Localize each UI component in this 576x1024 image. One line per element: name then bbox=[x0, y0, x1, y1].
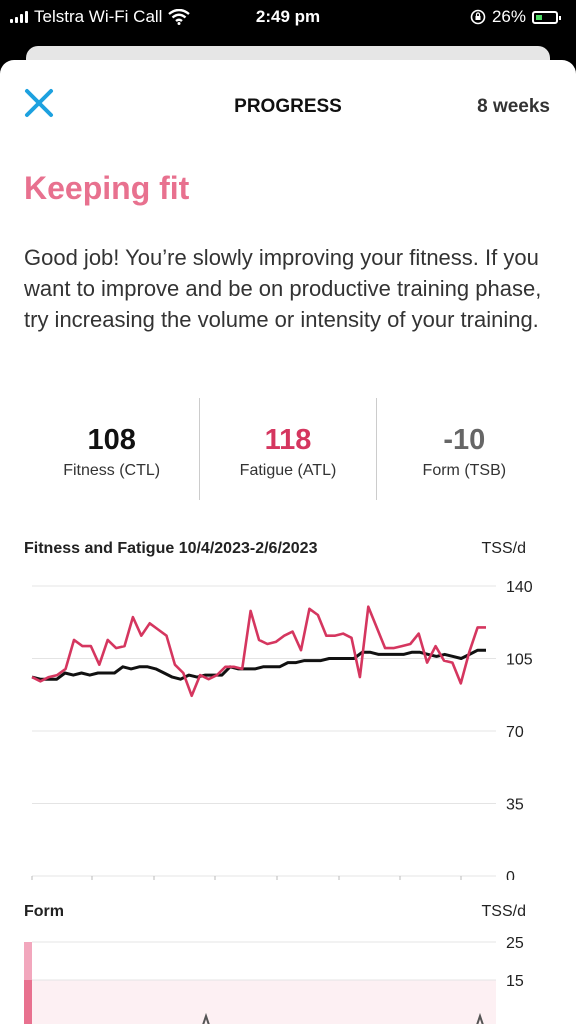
y-tick-label: 0 bbox=[506, 869, 515, 880]
stat-value: 118 bbox=[264, 424, 312, 456]
period-selector[interactable]: 8 weeks bbox=[477, 96, 550, 118]
stats-row: 108 Fitness (CTL) 118 Fatigue (ATL) -10 … bbox=[24, 398, 552, 500]
stat-value: 108 bbox=[87, 424, 136, 456]
form-zone-bar bbox=[24, 980, 32, 1024]
y-tick-label: 105 bbox=[506, 652, 533, 669]
y-tick-label: 70 bbox=[506, 724, 524, 741]
status-description: Good job! You’re slowly improving your f… bbox=[24, 245, 542, 332]
y-tick-label: 140 bbox=[506, 579, 533, 596]
status-bar: Telstra Wi-Fi Call 2:49 pm 26% bbox=[0, 0, 576, 34]
stat-label: Form (TSB) bbox=[422, 462, 507, 479]
form-chart[interactable]: 25 15 bbox=[0, 930, 576, 1024]
form-chart-title: Form bbox=[24, 903, 64, 920]
stat-form: -10 Form (TSB) bbox=[375, 398, 552, 500]
y-tick-label: 25 bbox=[506, 935, 524, 952]
stat-fitness: 108 Fitness (CTL) bbox=[24, 398, 199, 500]
stat-label: Fitness (CTL) bbox=[63, 462, 161, 479]
battery-icon bbox=[532, 10, 561, 24]
progress-sheet: PROGRESS 8 weeks Keeping fit Good job! Y… bbox=[0, 60, 576, 1024]
battery-percent: 26% bbox=[491, 7, 526, 26]
y-tick-label: 15 bbox=[506, 973, 524, 990]
stat-label: Fatigue (ATL) bbox=[239, 462, 337, 479]
status-heading: Keeping fit bbox=[24, 170, 190, 206]
y-tick-label: 35 bbox=[506, 797, 524, 814]
chart-unit: TSS/d bbox=[481, 540, 526, 557]
fitness-fatigue-chart[interactable]: 0357010514017/424/41/58/515/522/529/5 bbox=[0, 560, 576, 880]
form-chart-unit: TSS/d bbox=[481, 903, 526, 920]
stat-fatigue: 118 Fatigue (ATL) bbox=[199, 398, 375, 500]
orientation-lock-icon bbox=[470, 9, 486, 25]
form-zone-band bbox=[32, 980, 496, 1024]
form-zone-bar bbox=[24, 942, 32, 980]
chart-title: Fitness and Fatigue 10/4/2023-2/6/2023 bbox=[24, 540, 318, 557]
stat-value: -10 bbox=[443, 424, 486, 456]
